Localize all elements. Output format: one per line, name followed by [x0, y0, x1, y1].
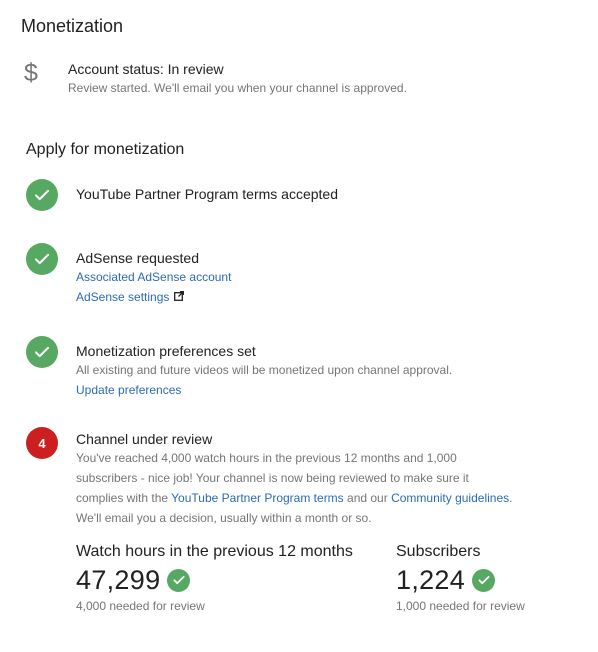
update-preferences-link[interactable]: Update preferences: [76, 380, 576, 400]
step-title: YouTube Partner Program terms accepted: [76, 186, 338, 202]
check-icon: [26, 243, 58, 275]
adsense-settings-label: AdSense settings: [76, 290, 170, 304]
description-text: .: [509, 491, 513, 505]
watch-hours-metric: Watch hours in the previous 12 months 47…: [76, 543, 353, 615]
description-text: complies with the: [76, 491, 172, 505]
ypp-terms-link[interactable]: YouTube Partner Program terms: [171, 491, 344, 505]
metric-value: 1,224: [396, 565, 466, 595]
step-description: You've reached 4,000 watch hours in the …: [76, 448, 576, 528]
community-guidelines-link[interactable]: Community guidelines: [391, 491, 509, 505]
check-icon: [26, 179, 58, 211]
description-text: and our: [343, 491, 392, 505]
dollar-icon: $: [24, 59, 38, 87]
step-title: AdSense requested: [76, 250, 199, 266]
subscribers-metric: Subscribers 1,224 1,000 needed for revie…: [396, 543, 525, 615]
description-line: You've reached 4,000 watch hours in the …: [76, 451, 457, 465]
description-line: We'll email you a decision, usually with…: [76, 511, 372, 525]
check-icon: [472, 568, 496, 592]
metric-needed: 4,000 needed for review: [76, 599, 205, 613]
check-icon: [26, 336, 58, 368]
account-status-title: Account status: In review: [68, 61, 224, 77]
description-line: subscribers - nice job! Your channel is …: [76, 471, 469, 485]
metric-needed: 1,000 needed for review: [396, 599, 525, 613]
apply-section-title: Apply for monetization: [26, 141, 185, 158]
step-title: Monetization preferences set: [76, 343, 256, 359]
account-status-subtitle: Review started. We'll email you when you…: [68, 81, 407, 95]
associated-adsense-account-link[interactable]: Associated AdSense account: [76, 267, 576, 287]
step-number-badge: 4: [26, 427, 58, 459]
step-description: All existing and future videos will be m…: [76, 363, 453, 377]
adsense-settings-link[interactable]: AdSense settings: [76, 287, 576, 307]
description-line: complies with the YouTube Partner Progra…: [76, 488, 576, 508]
check-icon: [167, 568, 191, 592]
step-title: Channel under review: [76, 431, 213, 447]
metric-label: Watch hours in the previous 12 months: [76, 543, 353, 560]
metric-label: Subscribers: [396, 543, 481, 560]
external-link-icon: [174, 287, 185, 307]
page-title: Monetization: [21, 16, 124, 36]
metric-value: 47,299: [76, 565, 161, 595]
